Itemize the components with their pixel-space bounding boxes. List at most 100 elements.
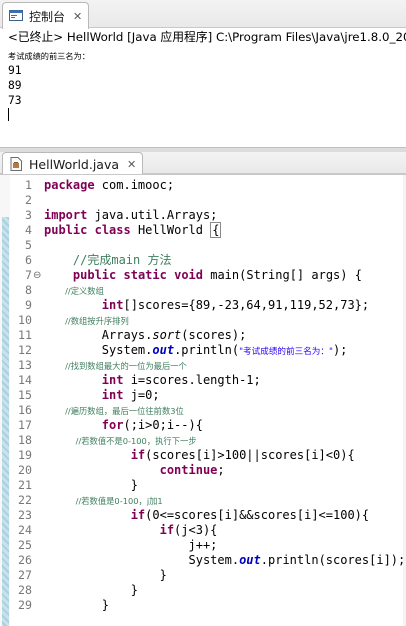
code-text: import java.util.Arrays;	[44, 208, 218, 222]
code-line: 5	[0, 238, 406, 253]
code-line: 22 //若数值是0-100，j加1	[0, 493, 406, 508]
matching-bracket: {	[210, 222, 222, 238]
code-line: 11 Arrays.sort(scores);	[0, 328, 406, 343]
code-line: 10 //数组按升序排列	[0, 313, 406, 328]
line-number: 23	[18, 508, 32, 522]
code-line: 12 System.out.println("考试成绩的前三名为：");	[0, 343, 406, 358]
line-number: 3	[25, 208, 32, 222]
line-number: 27	[18, 568, 32, 582]
console-tab-label: 控制台	[29, 9, 66, 24]
line-number: 15	[18, 388, 32, 402]
code-text: }	[44, 583, 138, 597]
line-number: 2	[25, 193, 32, 207]
code-line: 26 System.out.println(scores[i]);	[0, 553, 406, 568]
code-line: 6 //完成main 方法	[0, 253, 406, 268]
code-line: 4 public class HellWorld {	[0, 222, 406, 238]
line-number: 20	[18, 463, 32, 477]
code-text: }	[44, 478, 138, 492]
text-cursor	[8, 108, 9, 121]
code-text: int j=0;	[101, 388, 160, 402]
line-number: 19	[18, 448, 32, 462]
output-line: 89	[8, 79, 22, 92]
code-line: 19 if(scores[i]>100||scores[i]<0){	[0, 448, 406, 463]
code-line: 2	[0, 193, 406, 208]
code-text: for(;i>0;i--){	[101, 418, 203, 432]
code-text: System.out.println(scores[i]);	[44, 553, 406, 567]
console-output[interactable]: 考试成绩的前三名为： 91 89 73	[8, 50, 90, 108]
code-line: 3 import java.util.Arrays;	[0, 208, 406, 223]
code-line: 28 }	[0, 583, 406, 598]
code-line: 16 //遍历数组，最后一位往前数3位	[0, 403, 406, 418]
line-number: 16	[18, 403, 32, 417]
code-comment: //数组按升序排列	[44, 316, 129, 326]
code-text: public class HellWorld {	[44, 222, 222, 238]
code-line: 27 }	[0, 568, 406, 583]
line-number: 22	[18, 493, 32, 507]
code-text: if(j<3){	[159, 523, 218, 537]
code-line: 24 if(j<3){	[0, 523, 406, 538]
code-text: }	[44, 598, 110, 612]
close-icon[interactable]: ✕	[73, 11, 82, 22]
code-text: if(0<=scores[i]&&scores[i]<=100){	[130, 508, 370, 522]
code-text: int i=scores.length-1;	[101, 373, 261, 387]
editor-tab-label: HellWorld.java	[29, 156, 120, 172]
code-comment: //定义数组	[44, 286, 104, 296]
code-editor[interactable]: 1 package com.imooc; 2 3 import java.uti…	[0, 174, 406, 626]
code-line: 21 }	[0, 478, 406, 493]
code-comment: //若数值是0-100，j加1	[44, 496, 163, 506]
code-comment: //找到数组最大的一位为最后一个	[44, 361, 187, 371]
code-line: 13 //找到数组最大的一位为最后一个	[0, 358, 406, 373]
close-icon[interactable]: ✕	[127, 159, 136, 170]
code-text: public static void main(String[] args) {	[72, 268, 362, 282]
code-text: int[]scores={89,-23,64,91,119,52,73};	[101, 298, 370, 312]
tab-console[interactable]: 控制台 ✕	[2, 2, 90, 29]
line-number: 6	[25, 253, 32, 267]
console-status: <已终止> HellWorld [Java 应用程序] C:\Program F…	[8, 30, 406, 44]
code-line: 17 for(;i>0;i--){	[0, 418, 406, 433]
line-number: 21	[18, 478, 32, 492]
editor-tabbar: HellWorld.java ✕	[0, 152, 406, 175]
output-line: 73	[8, 94, 22, 107]
console-tabbar: 控制台 ✕	[0, 0, 406, 29]
code-line: 1 package com.imooc;	[0, 178, 406, 193]
tab-hellworld-java[interactable]: HellWorld.java ✕	[2, 152, 144, 175]
code-line: 15 int j=0;	[0, 388, 406, 403]
java-file-icon	[9, 157, 24, 171]
console-icon	[9, 9, 24, 23]
line-number: 12	[18, 343, 32, 357]
code-text: j++;	[44, 538, 218, 552]
line-number: 8	[25, 283, 32, 297]
fold-collapse-icon[interactable]: ⊖	[33, 270, 41, 281]
line-number: 4	[25, 223, 32, 237]
line-number: 25	[18, 538, 32, 552]
line-number: 9	[25, 298, 32, 312]
code-comment: //完成main 方法	[44, 253, 172, 267]
line-number: 24	[18, 523, 32, 537]
code-comment: //若数值不是0-100，执行下一步	[44, 436, 197, 446]
line-number: 29	[18, 598, 32, 612]
code-line: 14 int i=scores.length-1;	[0, 373, 406, 388]
code-line: 18 //若数值不是0-100，执行下一步	[0, 433, 406, 448]
output-line: 91	[8, 64, 22, 77]
line-number: 1	[25, 178, 32, 192]
line-number: 26	[18, 553, 32, 567]
code-text: }	[44, 568, 167, 582]
line-number: 11	[18, 328, 32, 342]
code-line: 9 int[]scores={89,-23,64,91,119,52,73};	[0, 298, 406, 313]
code-text: if(scores[i]>100||scores[i]<0){	[130, 448, 355, 462]
code-line: 25 j++;	[0, 538, 406, 553]
line-number: 14	[18, 373, 32, 387]
line-number: 28	[18, 583, 32, 597]
code-text: package com.imooc;	[44, 178, 175, 192]
editor-view: HellWorld.java ✕ 1 package com.imooc; 2 …	[0, 152, 406, 626]
code-line: 23 if(0<=scores[i]&&scores[i]<=100){	[0, 508, 406, 523]
line-number: 17	[18, 418, 32, 432]
code-line: 29 }	[0, 598, 406, 613]
line-number: 10	[18, 313, 32, 327]
line-number: 5	[25, 238, 32, 252]
line-number: 18	[18, 433, 32, 447]
code-comment: //遍历数组，最后一位往前数3位	[44, 406, 184, 416]
line-number: 7	[25, 268, 32, 282]
code-line: 8 //定义数组	[0, 283, 406, 298]
code-text: continue;	[159, 463, 225, 477]
